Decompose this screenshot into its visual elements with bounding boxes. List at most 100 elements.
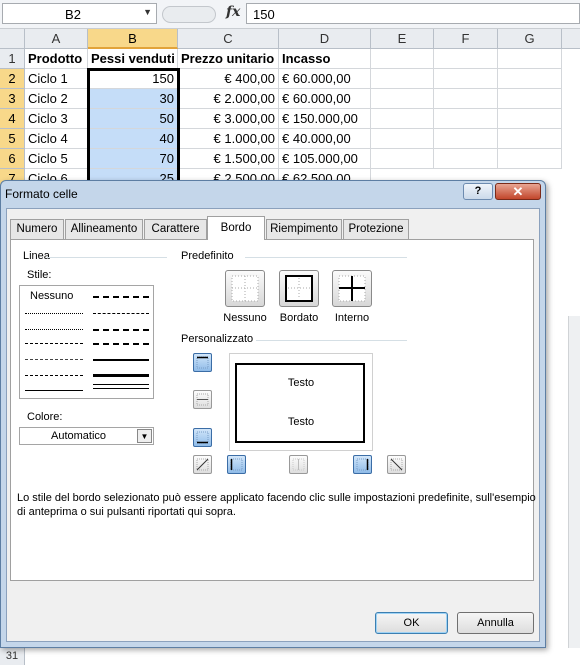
table-cell[interactable] (498, 109, 562, 129)
table-cell[interactable]: € 60.000,00 (279, 89, 371, 109)
formula-input[interactable]: 150 (246, 3, 580, 24)
table-cell[interactable] (498, 129, 562, 149)
line-style-none[interactable]: Nessuno (30, 290, 73, 302)
table-cell[interactable] (371, 49, 434, 69)
line-style-option[interactable] (93, 359, 149, 361)
table-cell[interactable]: 40 (88, 129, 178, 149)
cancel-button[interactable]: Annulla (457, 612, 534, 634)
vertical-scrollbar[interactable] (568, 316, 580, 648)
help-button[interactable]: ? (463, 183, 493, 200)
column-header-a[interactable]: A (25, 29, 88, 49)
table-cell[interactable]: Incasso (279, 49, 371, 69)
chevron-down-icon[interactable]: ▼ (137, 429, 152, 443)
row-header[interactable]: 3 (0, 89, 25, 109)
chevron-down-icon[interactable]: ▼ (143, 7, 152, 17)
preset-none-button[interactable] (225, 270, 265, 307)
line-style-option-selected[interactable] (93, 374, 149, 377)
column-header-c[interactable]: C (178, 29, 279, 49)
table-cell[interactable]: Prezzo unitario (178, 49, 279, 69)
line-style-option[interactable] (25, 329, 83, 330)
table-cell[interactable] (371, 89, 434, 109)
border-inside-vertical-button[interactable] (289, 455, 308, 474)
table-cell[interactable]: € 2.000,00 (178, 89, 279, 109)
table-cell[interactable]: Ciclo 3 (25, 109, 88, 129)
row-header[interactable]: 5 (0, 129, 25, 149)
insert-function-icon[interactable]: fx (226, 4, 240, 20)
name-box[interactable]: B2 ▼ (2, 3, 157, 24)
table-cell[interactable]: € 40.000,00 (279, 129, 371, 149)
column-header-f[interactable]: F (434, 29, 498, 49)
line-style-option[interactable] (93, 296, 149, 298)
table-cell[interactable] (371, 129, 434, 149)
line-style-option[interactable] (93, 313, 149, 314)
row-header-31[interactable]: 31 (0, 648, 25, 665)
table-cell[interactable]: 30 (88, 89, 178, 109)
table-cell[interactable]: € 150.000,00 (279, 109, 371, 129)
table-cell[interactable] (434, 109, 498, 129)
formula-expand-handle[interactable] (162, 6, 216, 23)
line-style-option[interactable] (93, 343, 149, 345)
table-cell[interactable]: 70 (88, 149, 178, 169)
tab-numero[interactable]: Numero (10, 219, 64, 239)
border-inside-horizontal-button[interactable] (193, 390, 212, 409)
table-cell[interactable] (371, 109, 434, 129)
table-cell[interactable] (371, 69, 434, 89)
color-select[interactable]: Automatico ▼ (19, 427, 154, 445)
ok-button[interactable]: OK (375, 612, 448, 634)
row-header[interactable]: 4 (0, 109, 25, 129)
line-style-option[interactable] (25, 313, 83, 314)
line-style-option[interactable] (25, 390, 83, 391)
table-cell[interactable]: Prodotto (25, 49, 88, 69)
table-cell[interactable]: € 400,00 (178, 69, 279, 89)
border-diagonal-up-button[interactable] (193, 455, 212, 474)
table-cell[interactable] (498, 69, 562, 89)
table-cell[interactable]: € 1.000,00 (178, 129, 279, 149)
border-top-button[interactable] (193, 353, 212, 372)
table-cell[interactable] (434, 49, 498, 69)
table-cell[interactable] (434, 69, 498, 89)
border-left-button[interactable] (227, 455, 246, 474)
table-cell[interactable] (434, 129, 498, 149)
tab-riempimento[interactable]: Riempimento (266, 219, 342, 239)
close-button[interactable]: ✕ (495, 183, 541, 200)
table-cell[interactable]: € 60.000,00 (279, 69, 371, 89)
tab-bordo[interactable]: Bordo (207, 216, 265, 240)
table-cell[interactable]: Pessi venduti (88, 49, 178, 69)
column-header-d[interactable]: D (279, 29, 371, 49)
column-header-partial[interactable] (562, 29, 580, 49)
table-cell[interactable]: Ciclo 2 (25, 89, 88, 109)
table-cell[interactable]: 150 (88, 69, 178, 89)
table-cell[interactable]: Ciclo 5 (25, 149, 88, 169)
table-cell[interactable]: 50 (88, 109, 178, 129)
border-preview[interactable]: Testo Testo (229, 353, 373, 451)
line-style-option[interactable] (25, 359, 83, 360)
border-diagonal-down-button[interactable] (387, 455, 406, 474)
line-style-list[interactable]: Nessuno (19, 285, 154, 399)
row-header[interactable]: 6 (0, 149, 25, 169)
table-cell[interactable]: Ciclo 4 (25, 129, 88, 149)
preset-inside-button[interactable] (332, 270, 372, 307)
column-header-b[interactable]: B (88, 29, 178, 49)
line-style-option[interactable] (25, 375, 83, 376)
border-bottom-button[interactable] (193, 428, 212, 447)
table-cell[interactable]: € 105.000,00 (279, 149, 371, 169)
table-cell[interactable] (498, 149, 562, 169)
table-cell[interactable]: € 1.500,00 (178, 149, 279, 169)
table-cell[interactable] (498, 89, 562, 109)
table-cell[interactable]: € 3.000,00 (178, 109, 279, 129)
preset-outline-button[interactable] (279, 270, 319, 307)
select-all-corner[interactable] (0, 29, 25, 49)
column-header-e[interactable]: E (371, 29, 434, 49)
line-style-option[interactable] (93, 329, 149, 331)
table-cell[interactable] (498, 49, 562, 69)
table-cell[interactable] (371, 149, 434, 169)
table-cell[interactable] (434, 89, 498, 109)
tab-carattere[interactable]: Carattere (144, 219, 207, 239)
column-header-g[interactable]: G (498, 29, 562, 49)
row-header[interactable]: 1 (0, 49, 25, 69)
line-style-option[interactable] (25, 343, 83, 344)
table-cell[interactable] (434, 149, 498, 169)
line-style-option[interactable] (93, 384, 149, 389)
tab-protezione[interactable]: Protezione (343, 219, 409, 239)
border-right-button[interactable] (353, 455, 372, 474)
